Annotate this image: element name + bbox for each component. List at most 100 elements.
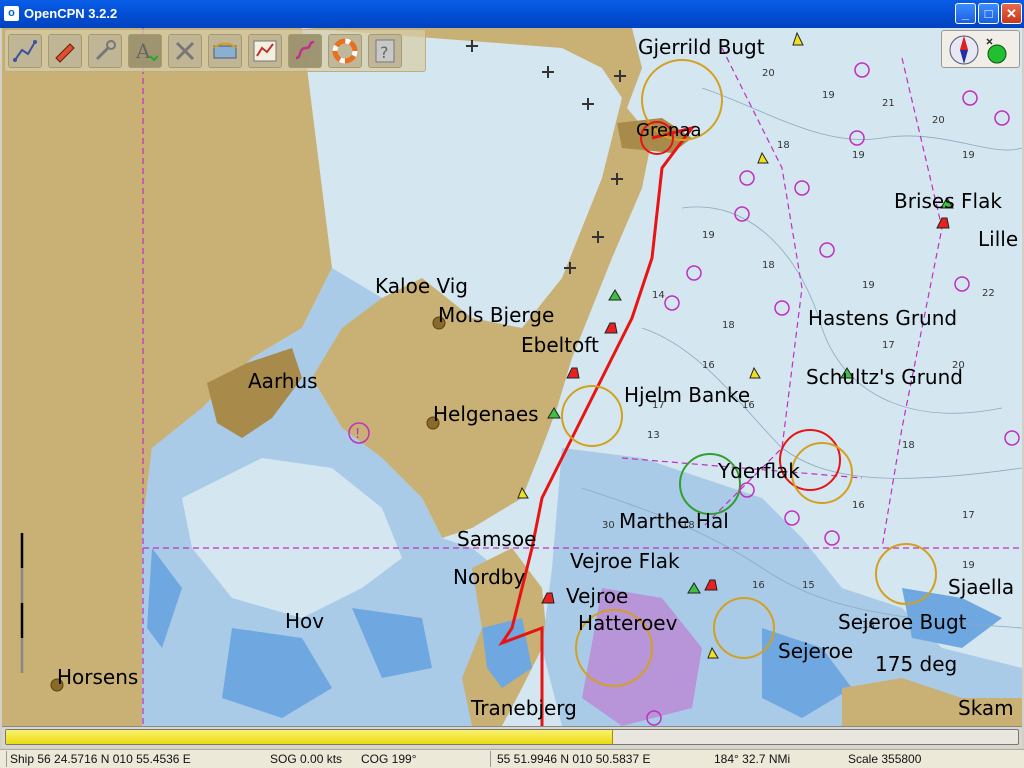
label-aarhus: Aarhus (248, 369, 318, 393)
svg-text:17: 17 (882, 340, 895, 351)
maximize-button[interactable]: □ (978, 3, 999, 24)
track-icon (295, 40, 315, 60)
tides-icon (213, 42, 237, 59)
minimize-button[interactable]: _ (955, 3, 976, 24)
label-marthe-hal: Marthe Hal (619, 509, 729, 533)
svg-text:21: 21 (882, 98, 895, 109)
svg-text:18: 18 (762, 260, 775, 271)
status-bar: Ship 56 24.5716 N 010 55.4536 E SOG 0.00… (0, 749, 1024, 768)
svg-text:30: 30 (602, 520, 615, 531)
svg-text:16: 16 (702, 360, 715, 371)
svg-text:15: 15 (802, 580, 815, 591)
chart-bar-track[interactable] (5, 729, 1019, 745)
label-samsoe: Samsoe (457, 527, 536, 551)
svg-text:19: 19 (852, 150, 865, 161)
svg-text:20: 20 (932, 115, 945, 126)
label-175-deg: 175 deg (875, 652, 957, 676)
wrench-icon (95, 40, 116, 61)
sog-readout: SOG 0.00 kts (270, 752, 343, 766)
opencpn-window: o OpenCPN 3.2.2 _ □ ✕ ! 20 19 21 20 18 1… (0, 0, 1024, 768)
svg-text:14: 14 (652, 290, 665, 301)
svg-text:17: 17 (962, 510, 975, 521)
svg-text:19: 19 (962, 150, 975, 161)
label-vejroe: Vejroe (566, 584, 628, 608)
chart-quilt-tool[interactable] (168, 34, 202, 68)
label-brises-flak: Brises Flak (894, 189, 1002, 213)
route-icon (13, 40, 37, 62)
compass-icon (949, 35, 979, 65)
svg-text:22: 22 (982, 288, 995, 299)
label-gjerrild-bugt: Gjerrild Bugt (638, 35, 765, 59)
ship-position: Ship 56 24.5716 N 010 55.4536 E (10, 752, 191, 766)
help-icon: ? (375, 39, 395, 63)
status-separator (6, 751, 7, 767)
chart-bar[interactable] (2, 726, 1022, 748)
ship-tool[interactable] (48, 34, 82, 68)
status-separator (490, 751, 491, 767)
label-helgenaes: Helgenaes (433, 402, 539, 426)
minimize-icon: _ (961, 6, 970, 21)
svg-text:18: 18 (902, 440, 915, 451)
svg-text:16: 16 (752, 580, 765, 591)
label-hjelm-banke: Hjelm Banke (624, 383, 750, 407)
label-sjaella: Sjaella (948, 575, 1014, 599)
svg-text:18: 18 (722, 320, 735, 331)
label-ebeltoft: Ebeltoft (521, 333, 599, 357)
label-sejeroe-bugt: Sejeroe Bugt (838, 610, 967, 634)
label-skam: Skam (958, 696, 1014, 720)
lifebuoy-icon (332, 38, 358, 64)
maximize-icon: □ (984, 6, 993, 21)
label-grenaa: Grenaa (636, 120, 702, 141)
route-tool[interactable] (8, 34, 42, 68)
main-toolbar: A ? (4, 29, 426, 72)
cursor-position: 55 51.9946 N 010 50.5837 E (497, 752, 651, 766)
close-button[interactable]: ✕ (1001, 3, 1022, 24)
svg-text:A: A (135, 39, 151, 63)
tides-tool[interactable] (208, 34, 242, 68)
label-nordby: Nordby (453, 565, 525, 589)
caution-mark: ! (355, 427, 360, 442)
route-manager-tool[interactable] (248, 34, 282, 68)
settings-tool[interactable] (88, 34, 122, 68)
label-hov: Hov (285, 609, 324, 633)
svg-text:18: 18 (777, 140, 790, 151)
label-sejeroe: Sejeroe (778, 639, 853, 663)
ship-icon (55, 43, 75, 63)
svg-text:19: 19 (962, 560, 975, 571)
svg-text:19: 19 (862, 280, 875, 291)
svg-text:20: 20 (762, 68, 775, 79)
cog-readout: COG 199° (361, 752, 417, 766)
svg-text:?: ? (380, 43, 389, 62)
svg-text:19: 19 (822, 90, 835, 101)
track-tool[interactable] (288, 34, 322, 68)
close-icon: ✕ (1006, 6, 1017, 21)
svg-text:16: 16 (852, 500, 865, 511)
label-tranebjerg: Tranebjerg (470, 696, 577, 720)
svg-text:13: 13 (647, 430, 660, 441)
opencpn-icon: o (4, 6, 19, 21)
label-vejroe-flak: Vejroe Flak (570, 549, 680, 573)
chart-canvas[interactable]: ! 20 19 21 20 18 19 19 19 18 19 22 14 18… (2, 28, 1022, 726)
status-icons[interactable] (941, 30, 1020, 68)
label-schultzs-grund: Schultz's Grund (806, 365, 963, 389)
chart-svg[interactable]: ! 20192120 1819 1919 18192214 18172016 1… (2, 28, 1022, 726)
label-horsens: Horsens (57, 665, 138, 689)
text-tool[interactable]: A (128, 34, 162, 68)
bearing-distance: 184° 32.7 NMi (714, 752, 791, 766)
label-lille: Lille (978, 227, 1018, 251)
chart-scale: Scale 355800 (848, 752, 922, 766)
label-mols-bjerge: Mols Bjerge (438, 303, 554, 327)
route-manager-icon (253, 40, 277, 62)
chart-bar-fill (6, 730, 614, 744)
gps-status-icon (986, 38, 1007, 64)
help-tool[interactable]: ? (368, 34, 402, 68)
title-bar[interactable]: o OpenCPN 3.2.2 _ □ ✕ (0, 0, 1024, 28)
window-title: OpenCPN 3.2.2 (24, 6, 118, 21)
svg-text:19: 19 (702, 230, 715, 241)
label-hatteroev: Hatteroev (578, 611, 678, 635)
label-yderflak: Yderflak (717, 459, 800, 483)
mob-tool[interactable] (328, 34, 362, 68)
cross-tools-icon (175, 41, 195, 61)
label-hastens-grund: Hastens Grund (808, 306, 957, 330)
text-icon: A (135, 39, 158, 63)
